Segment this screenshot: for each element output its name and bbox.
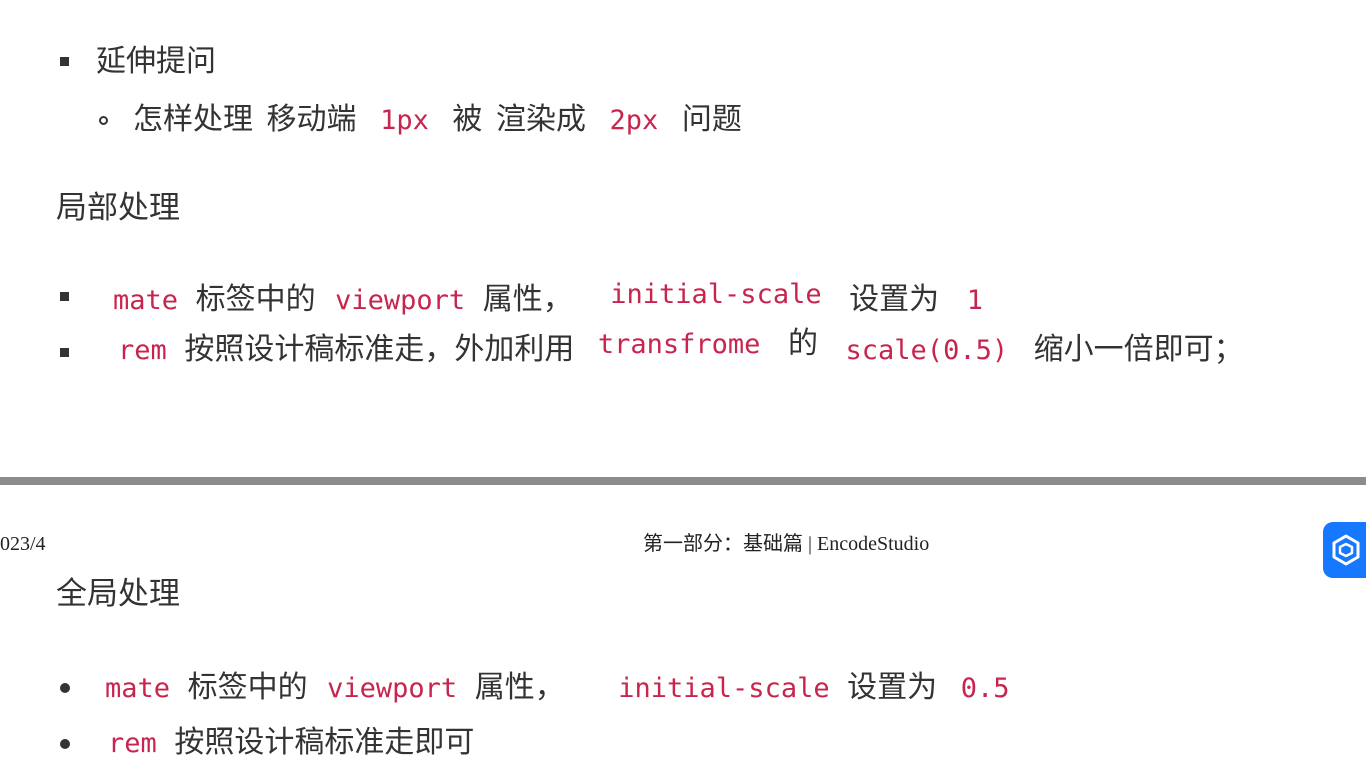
circle-bullet-icon: [99, 116, 108, 125]
local-item-2: rem 按照设计稿标准走，外加利用 transfrome 的 scale(0.5…: [118, 326, 1244, 367]
global-item-1: mate 标签中的 viewport 属性， initial-scale 设置为…: [105, 670, 1010, 705]
local-item-1: mate 标签中的 viewport 属性， initial-scale 设置为…: [113, 279, 983, 317]
bullet-title: 延伸提问: [96, 44, 216, 79]
dot-bullet-icon: [60, 739, 70, 749]
global-heading: 全局处理: [56, 576, 180, 612]
sub-item: 怎样处理 移动端 1px 被 渲染成 2px 问题: [133, 102, 742, 137]
footer-title: 第一部分：基础篇 | EncodeStudio: [643, 533, 930, 555]
square-bullet-icon: [60, 57, 69, 66]
dot-bullet-icon: [60, 683, 70, 693]
square-bullet-icon: [60, 348, 69, 357]
local-heading: 局部处理: [56, 190, 180, 226]
app-badge-button[interactable]: [1323, 522, 1366, 578]
page-divider: [0, 477, 1366, 485]
global-item-2: rem 按照设计稿标准走即可: [108, 725, 475, 760]
square-bullet-icon: [60, 292, 69, 301]
footer-date: 023/4: [0, 533, 46, 555]
cube-logo-icon: [1332, 534, 1360, 566]
